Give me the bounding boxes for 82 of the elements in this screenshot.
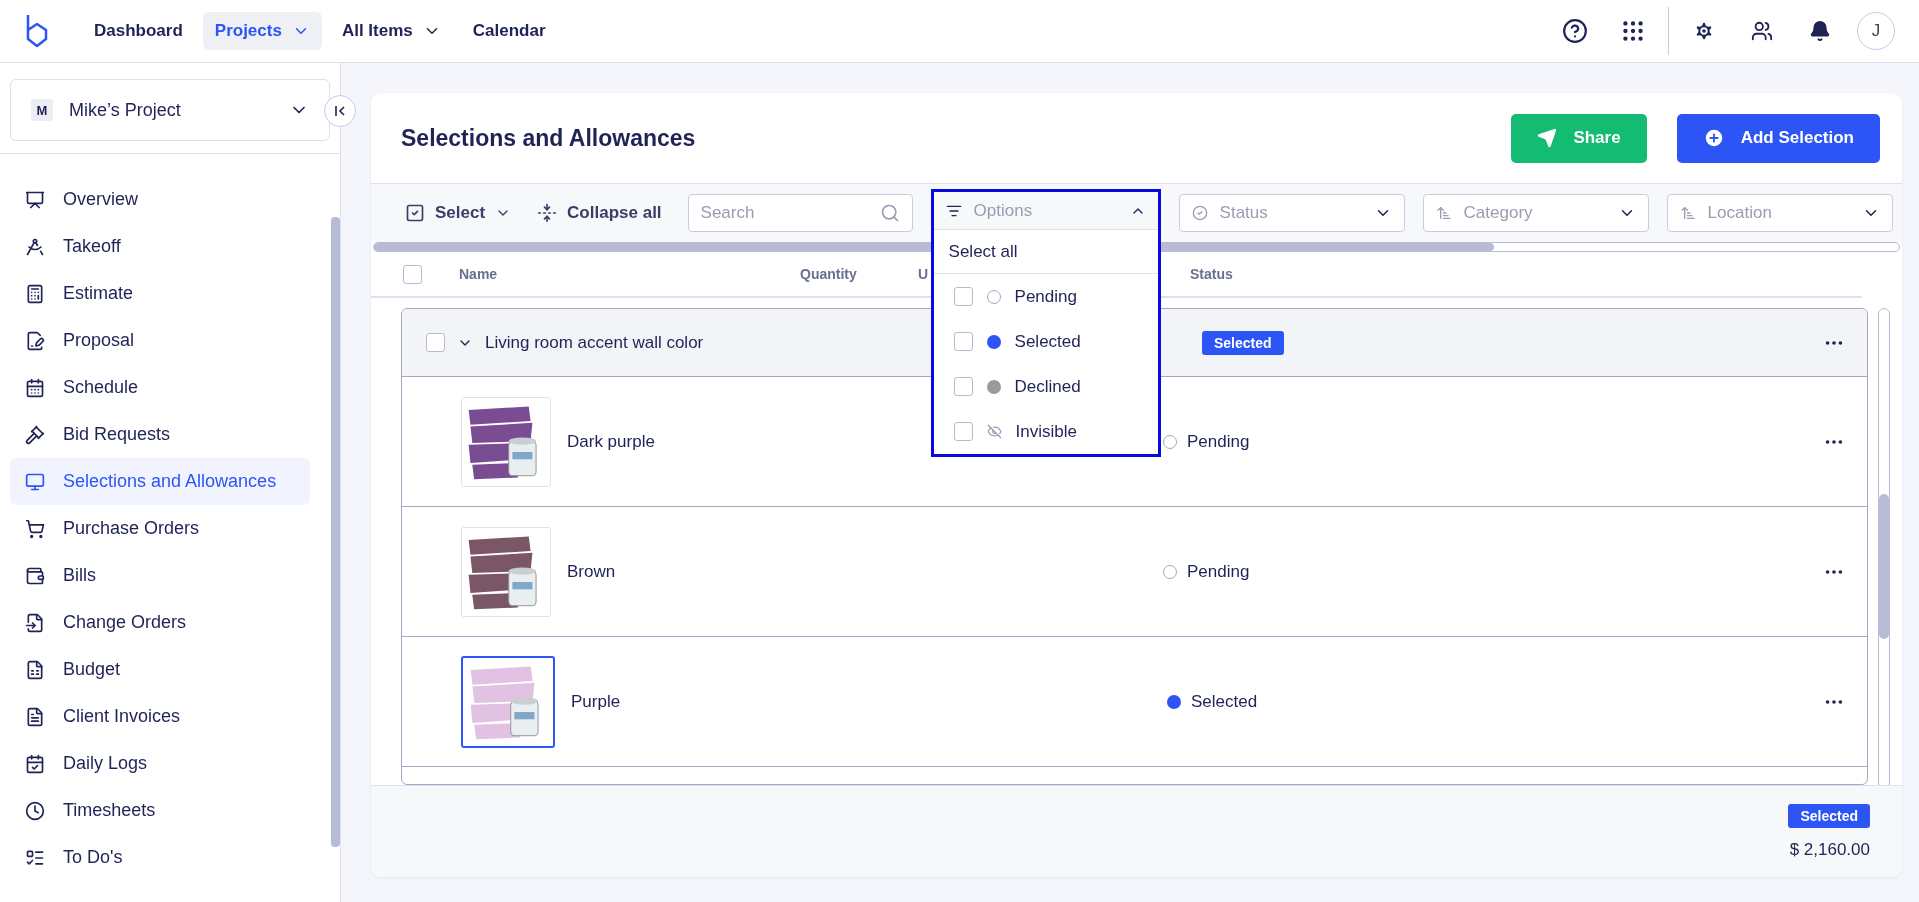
calendar-icon xyxy=(25,377,45,398)
sidebar-item[interactable]: Schedule xyxy=(10,364,310,411)
nav-item[interactable]: Dashboard xyxy=(82,12,195,50)
sidebar-item[interactable]: Change Orders xyxy=(10,599,310,646)
document-arrow-icon xyxy=(25,612,45,633)
search-icon xyxy=(879,203,900,223)
status-text: Pending xyxy=(1187,431,1250,452)
sidebar-item[interactable]: Bills xyxy=(10,552,310,599)
sidebar-item[interactable]: Client Invoices xyxy=(10,693,310,740)
column-header: Status xyxy=(1190,266,1233,282)
option-label[interactable]: Pending xyxy=(1014,286,1077,307)
project-selector[interactable]: M Mike’s Project xyxy=(10,79,330,141)
item-name: Dark purple xyxy=(567,431,655,451)
checkbox[interactable] xyxy=(426,333,445,352)
option-label[interactable]: Selected xyxy=(1014,331,1081,352)
logo-icon xyxy=(24,13,50,49)
sidebar-item[interactable]: Takeoff xyxy=(10,223,310,270)
clock-icon xyxy=(25,800,45,821)
nav-item[interactable]: All Items xyxy=(329,12,453,50)
total-amount: $ 2,160.00 xyxy=(1789,839,1870,860)
sidebar-item[interactable]: Timesheets xyxy=(10,787,310,834)
checkbox[interactable] xyxy=(953,422,973,441)
compass-icon xyxy=(25,236,45,257)
document-icon xyxy=(25,706,45,727)
collapse-icon xyxy=(333,104,347,118)
sidebar-item[interactable]: Daily Logs xyxy=(10,740,310,787)
nav-item[interactable]: Projects xyxy=(202,12,322,50)
document-pen-icon xyxy=(25,330,45,351)
status-badge: Selected xyxy=(1788,803,1870,828)
select-button[interactable]: Select xyxy=(401,203,516,223)
status-text: Pending xyxy=(1187,561,1250,582)
sidebar-item[interactable]: Budget xyxy=(10,646,310,693)
easel-icon xyxy=(25,189,45,210)
status-dot xyxy=(986,289,1001,304)
column-header: Quantity xyxy=(800,266,857,282)
cart-icon xyxy=(25,518,45,539)
plus-circle-icon xyxy=(1702,127,1725,149)
status-dot xyxy=(1167,694,1181,709)
sidebar-item[interactable]: Proposal xyxy=(10,317,310,364)
sidebar-item[interactable]: To Do's xyxy=(10,834,310,881)
column-header: Name xyxy=(459,266,498,282)
wallet-icon xyxy=(25,565,45,586)
checkbox[interactable] xyxy=(953,332,973,351)
monitor-icon xyxy=(25,471,45,492)
status-dot xyxy=(986,379,1001,394)
eye-off-icon xyxy=(986,424,1002,439)
add-selection-button[interactable]: Add Selection xyxy=(1676,113,1880,163)
calendar-check-icon xyxy=(25,753,45,774)
checkbox-icon xyxy=(405,203,425,223)
column-header: U xyxy=(918,266,929,282)
collapse-sidebar-button[interactable] xyxy=(324,95,356,127)
option-label[interactable]: Invisible xyxy=(1015,421,1077,442)
check-circle-icon xyxy=(1191,205,1208,221)
calculator-icon xyxy=(25,283,45,304)
sidebar-item[interactable]: Selections and Allowances xyxy=(10,458,310,505)
sidebar-item[interactable]: Purchase Orders xyxy=(10,505,310,552)
status-badge: Selected xyxy=(1202,330,1284,355)
status-text: Selected xyxy=(1191,691,1258,712)
checkbox[interactable] xyxy=(403,264,422,284)
sort-icon xyxy=(1435,205,1452,221)
group-name: Living room accent wall color xyxy=(485,332,704,352)
sidebar-item[interactable]: Bid Requests xyxy=(10,411,310,458)
spreadsheet-icon xyxy=(25,659,45,680)
sidebar-item[interactable]: Estimate xyxy=(10,270,310,317)
send-icon xyxy=(1537,128,1558,148)
checkbox[interactable] xyxy=(953,377,973,396)
collapse-all-button[interactable]: Collapse all xyxy=(533,203,666,223)
collapse-icon xyxy=(537,203,558,223)
item-name: Brown xyxy=(567,561,616,581)
scrollbar[interactable] xyxy=(331,217,340,847)
sidebar-item[interactable]: Overview xyxy=(10,176,310,223)
status-dot xyxy=(986,334,1001,349)
gavel-icon xyxy=(25,424,45,445)
select-all-option[interactable]: Select all xyxy=(933,230,1158,274)
item-name: Purple xyxy=(571,691,621,711)
sort-icon xyxy=(1679,205,1696,221)
option-label[interactable]: Declined xyxy=(1014,376,1081,397)
nav-item[interactable]: Calendar xyxy=(460,12,558,50)
checkbox[interactable] xyxy=(953,287,973,306)
status-dot xyxy=(1163,434,1177,449)
status-dot xyxy=(1163,564,1177,579)
page-title: Selections and Allowances xyxy=(401,124,697,152)
